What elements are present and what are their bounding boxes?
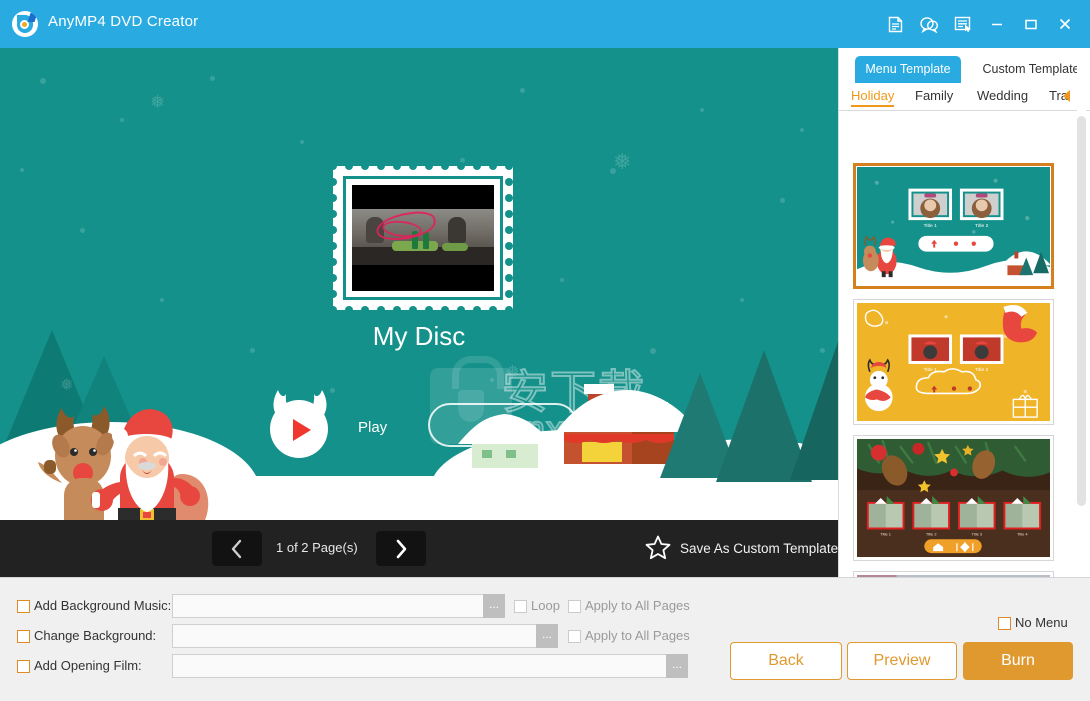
subtab-wedding[interactable]: Wedding	[977, 88, 1028, 103]
save-custom-template-button[interactable]	[640, 530, 676, 566]
svg-text:Title 2: Title 2	[926, 531, 937, 536]
category-subtab-bar: Holiday Family Wedding Tra	[839, 84, 1090, 109]
tab-custom-template[interactable]: Custom Template	[973, 56, 1089, 83]
add-opening-film-label: Add Opening Film:	[34, 658, 142, 673]
pine-tree-icon	[790, 330, 838, 480]
app-window: AnyMP4 DVD Creator ❅ ❅ ❅ ❅ My Disc 安下载 P…	[0, 0, 1090, 701]
svg-text:Title 2: Title 2	[975, 223, 989, 229]
apply-all-pages-music-label: Apply to All Pages	[585, 598, 690, 613]
template-list[interactable]: Title 1 Title 2 Title 1 Title 2 Title 1 …	[839, 111, 1090, 577]
burn-button[interactable]: Burn	[963, 642, 1073, 680]
close-icon[interactable]	[1048, 0, 1082, 48]
template-thumbnail-3[interactable]: Title 1 Title 2 Title 3 Title 4	[853, 435, 1054, 561]
template-1-art: Title 1 Title 2	[857, 167, 1050, 285]
apply-all-pages-music-checkbox[interactable]	[568, 600, 581, 613]
change-background-checkbox[interactable]	[17, 630, 30, 643]
template-thumbnail-2[interactable]: Title 1 Title 2	[853, 299, 1054, 425]
minimize-icon[interactable]	[980, 0, 1014, 48]
save-custom-template-label[interactable]: Save As Custom Template	[680, 541, 838, 556]
titlebar-icon-group	[878, 0, 1082, 48]
menu-icon[interactable]	[946, 0, 980, 48]
add-background-music-checkbox[interactable]	[17, 600, 30, 613]
subtab-family[interactable]: Family	[915, 88, 953, 103]
svg-text:Title 2: Title 2	[975, 367, 989, 373]
play-button[interactable]	[262, 384, 338, 460]
title-bar: AnyMP4 DVD Creator	[0, 0, 1090, 48]
svg-text:Title 1: Title 1	[880, 531, 891, 536]
background-music-input[interactable]	[172, 594, 494, 618]
menu-preview-stage[interactable]: ❅ ❅ ❅ ❅ ❅ ❅	[0, 48, 838, 520]
register-icon[interactable]	[878, 0, 912, 48]
change-background-input[interactable]	[172, 624, 547, 648]
background-music-browse-button[interactable]: ...	[483, 594, 505, 618]
template-panel: Menu Template Custom Template Holiday Fa…	[838, 48, 1090, 577]
chevron-left-icon	[231, 539, 242, 558]
star-icon	[645, 535, 671, 560]
play-label[interactable]: Play	[358, 419, 387, 436]
template-thumbnail-1[interactable]: Title 1 Title 2	[853, 163, 1054, 289]
template-scrollbar-thumb[interactable]	[1077, 116, 1086, 506]
maximize-icon[interactable]	[1014, 0, 1048, 48]
snowflake-icon: ❅	[150, 92, 166, 112]
svg-text:Title 3: Title 3	[971, 531, 982, 536]
template-3-art: Title 1 Title 2 Title 3 Title 4	[857, 439, 1050, 557]
change-background-browse-button[interactable]: ...	[536, 624, 558, 648]
no-menu-checkbox[interactable]	[998, 617, 1011, 630]
page-indicator: 1 of 2 Page(s)	[276, 540, 358, 555]
video-thumbnail-image[interactable]	[352, 185, 494, 291]
app-title: AnyMP4 DVD Creator	[48, 13, 199, 30]
bottom-options-bar: Add Background Music: ... Loop Apply to …	[0, 577, 1090, 701]
snowflake-icon: ❅	[613, 149, 632, 174]
no-menu-label: No Menu	[1015, 615, 1068, 630]
snowflake-icon: ❅	[505, 362, 521, 382]
opening-film-input[interactable]	[172, 654, 678, 678]
chevron-right-icon	[396, 539, 407, 558]
loop-label: Loop	[531, 598, 560, 613]
next-page-button[interactable]	[376, 531, 426, 566]
santa-and-reindeer-illustration	[38, 406, 209, 520]
loop-checkbox[interactable]	[514, 600, 527, 613]
template-2-art: Title 1 Title 2	[857, 303, 1050, 421]
back-button[interactable]: Back	[730, 642, 842, 680]
app-logo-icon	[12, 11, 38, 37]
svg-text:Title 4: Title 4	[1017, 531, 1028, 536]
previous-page-button[interactable]	[212, 531, 262, 566]
tab-menu-template[interactable]: Menu Template	[855, 56, 961, 83]
opening-film-browse-button[interactable]: ...	[666, 654, 688, 678]
subtab-holiday[interactable]: Holiday	[851, 88, 895, 107]
template-tab-bar: Menu Template Custom Template	[839, 48, 1090, 83]
preview-button[interactable]: Preview	[847, 642, 957, 680]
apply-all-pages-background-checkbox[interactable]	[568, 630, 581, 643]
arrow-left-icon[interactable]	[1061, 89, 1073, 103]
change-background-label: Change Background:	[34, 628, 157, 643]
svg-text:Title 1: Title 1	[924, 223, 938, 229]
add-opening-film-checkbox[interactable]	[17, 660, 30, 673]
feedback-icon[interactable]	[912, 0, 946, 48]
disc-title-text[interactable]: My Disc	[0, 321, 838, 352]
apply-all-pages-background-label: Apply to All Pages	[585, 628, 690, 643]
add-background-music-label: Add Background Music:	[34, 598, 172, 613]
